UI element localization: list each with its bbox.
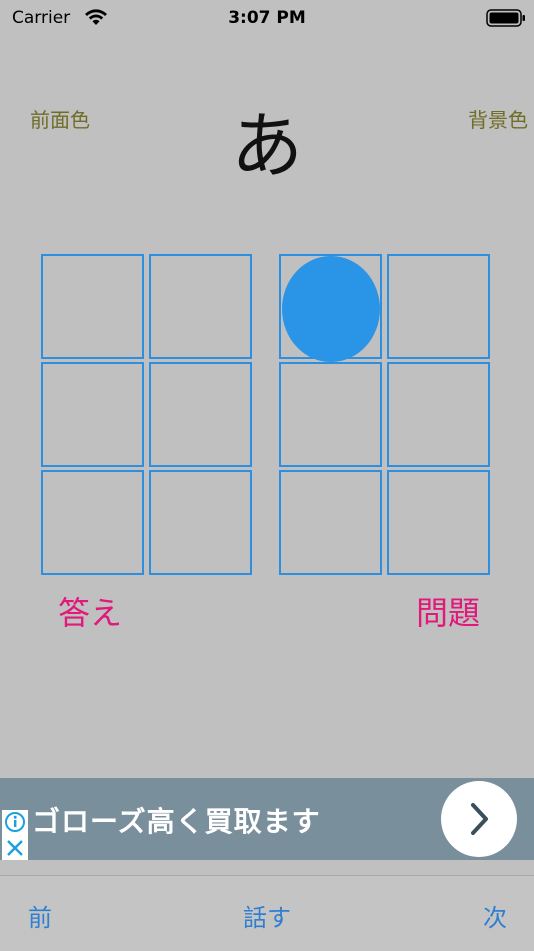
answer-dot-6[interactable] — [149, 470, 252, 575]
answer-dot-2[interactable] — [41, 362, 144, 467]
question-dot-2 — [279, 362, 382, 467]
info-icon[interactable] — [2, 810, 28, 860]
chevron-right-icon — [471, 803, 488, 835]
ad-open-button[interactable] — [441, 781, 517, 857]
ad-choices[interactable] — [2, 810, 28, 860]
question-dot-4 — [387, 254, 490, 359]
ad-text[interactable]: ゴローズ高く買取ます — [32, 800, 321, 840]
bottom-toolbar: 前 話す 次 — [0, 875, 534, 951]
close-icon[interactable] — [7, 840, 23, 856]
speak-button[interactable]: 話す — [0, 898, 534, 933]
answer-dot-4[interactable] — [149, 254, 252, 359]
next-button[interactable]: 次 — [483, 898, 507, 933]
clock: 3:07 PM — [228, 8, 306, 28]
answer-dot-3[interactable] — [41, 470, 144, 575]
question-dot-3 — [279, 470, 382, 575]
question-label: 問題 — [416, 594, 481, 632]
raised-braille-dot — [282, 256, 380, 362]
answer-dot-1[interactable] — [41, 254, 144, 359]
answer-label: 答え — [58, 594, 123, 632]
answer-dot-5[interactable] — [149, 362, 252, 467]
ad-banner[interactable]: ゴローズ高く買取ます — [0, 778, 534, 860]
question-dot-5 — [387, 362, 490, 467]
status-bar: Carrier 3:07 PM — [0, 0, 534, 38]
battery-icon — [486, 9, 525, 27]
kana-character: あ — [230, 104, 303, 188]
question-dot-6 — [387, 470, 490, 575]
